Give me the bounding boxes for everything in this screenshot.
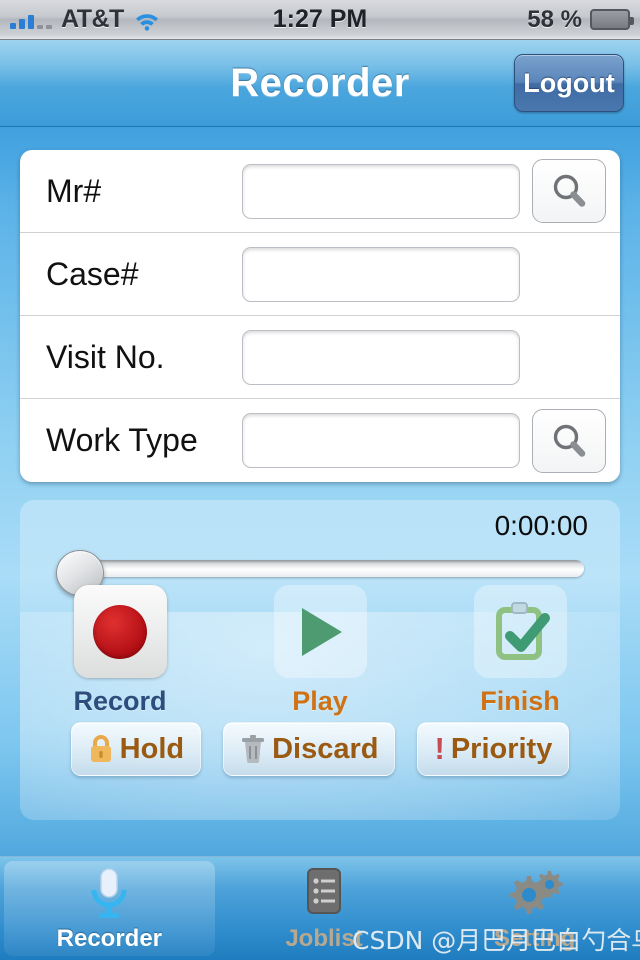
status-bar: AT&T 1:27 PM 58 % (0, 0, 640, 40)
priority-button-label: Priority (450, 732, 553, 765)
exclamation-icon: ! (434, 731, 445, 766)
finish-button-cell: Finish (420, 585, 620, 717)
tab-recorder[interactable]: Recorder (4, 861, 215, 956)
wifi-icon (133, 9, 161, 31)
form-label-worktype: Work Type (46, 422, 198, 458)
record-button-label: Record (73, 686, 167, 716)
form-row-mr: Mr# (20, 150, 620, 233)
form-label-visit: Visit No. (46, 338, 165, 375)
nav-bar: Recorder Logout (0, 40, 640, 127)
discard-button[interactable]: Discard (223, 722, 396, 776)
recorder-panel: 0:00:00 Record Play Finish Hold Discard … (20, 500, 620, 820)
page-title: Recorder (230, 60, 410, 105)
trash-icon (242, 735, 265, 763)
visit-number-input[interactable] (242, 329, 520, 385)
hold-button-label: Hold (119, 732, 185, 765)
playback-slider[interactable] (56, 550, 584, 596)
work-type-search-button[interactable] (532, 408, 606, 473)
signal-bars-icon (10, 11, 52, 29)
magnifier-icon (553, 424, 586, 457)
form-label-case: Case# (46, 255, 139, 292)
record-dot-icon (93, 604, 147, 659)
work-type-input[interactable] (242, 413, 520, 468)
clipboard-check-icon (496, 601, 550, 660)
form-row-worktype: Work Type (20, 399, 620, 482)
hold-button[interactable]: Hold (70, 722, 202, 776)
magnifier-icon (553, 174, 586, 207)
form-row-visit: Visit No. (20, 316, 620, 399)
discard-button-label: Discard (272, 732, 379, 765)
logout-button[interactable]: Logout (514, 54, 624, 112)
record-button-cell: Record (20, 585, 220, 717)
finish-button-label: Finish (480, 686, 560, 716)
play-button[interactable] (273, 585, 367, 678)
tab-joblist[interactable]: Joblist (219, 857, 430, 960)
case-number-input[interactable] (242, 246, 520, 302)
form-label-mr: Mr# (46, 172, 102, 209)
tab-bar: Recorder Joblist Setting (0, 856, 640, 960)
battery-icon (590, 9, 634, 30)
play-button-cell: Play (220, 585, 420, 717)
mr-search-button[interactable] (532, 159, 606, 223)
tab-recorder-label: Recorder (56, 924, 163, 952)
mr-number-input[interactable] (242, 163, 520, 219)
finish-button[interactable] (473, 585, 567, 678)
patient-form-card: Mr# Case# Visit No. Work Type (20, 150, 620, 482)
timer-display: 0:00:00 (494, 510, 588, 541)
record-button[interactable] (73, 585, 167, 678)
battery-percent-label: 58 % (527, 5, 582, 33)
priority-button[interactable]: ! Priority (417, 722, 570, 776)
tab-joblist-label: Joblist (285, 924, 363, 952)
status-bar-right: 58 % (527, 5, 634, 34)
play-button-label: Play (292, 686, 348, 716)
play-triangle-icon (302, 607, 342, 656)
microphone-icon (82, 865, 136, 923)
app-root: AT&T 1:27 PM 58 % Recorder Logout Mr# Ca… (0, 0, 640, 960)
slider-track[interactable] (82, 560, 584, 577)
tab-setting[interactable]: Setting (429, 857, 640, 960)
tab-setting-label: Setting (494, 924, 576, 952)
form-row-case: Case# (20, 233, 620, 316)
secondary-button-row: Hold Discard ! Priority (20, 722, 620, 776)
status-bar-left: AT&T (10, 5, 161, 34)
logout-button-label: Logout (523, 67, 615, 98)
primary-button-row: Record Play Finish (20, 585, 620, 717)
lock-icon (90, 735, 111, 762)
gears-icon (504, 865, 566, 923)
carrier-label: AT&T (61, 5, 124, 33)
list-document-icon (300, 865, 348, 923)
